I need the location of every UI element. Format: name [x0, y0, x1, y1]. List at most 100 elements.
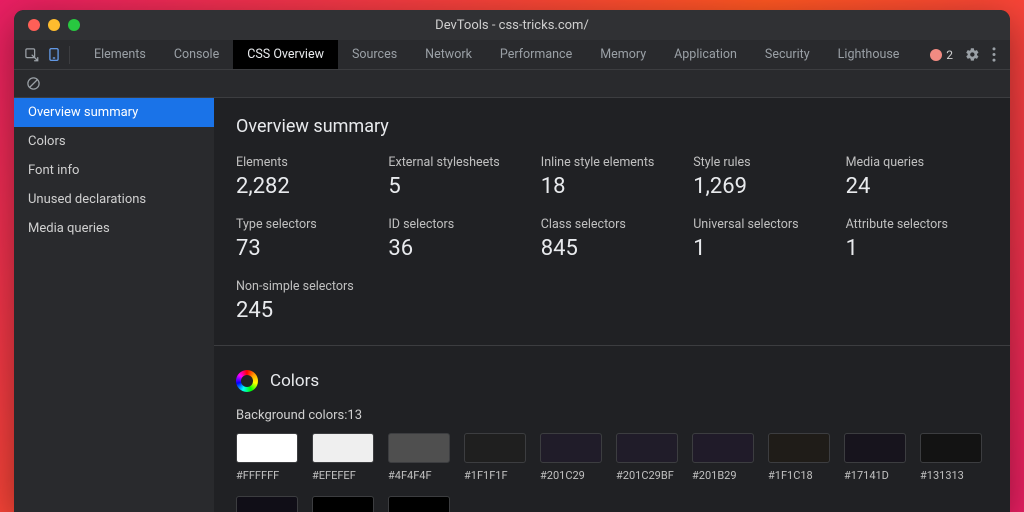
- stat-block: Non-simple selectors 245: [236, 279, 378, 323]
- stat-label: Non-simple selectors: [236, 279, 378, 294]
- stat-block: ID selectors 36: [388, 217, 530, 261]
- swatch-hex-label: #131313: [920, 469, 982, 482]
- swatch-box: [464, 433, 526, 463]
- swatch-box: [616, 433, 678, 463]
- color-swatch[interactable]: #201C29: [540, 433, 602, 482]
- stat-label: External stylesheets: [388, 155, 530, 170]
- stat-label: Media queries: [846, 155, 988, 170]
- settings-gear-icon[interactable]: [965, 47, 980, 62]
- stat-label: Style rules: [693, 155, 835, 170]
- color-swatch[interactable]: #4F4F4F: [388, 433, 450, 482]
- stat-block: Elements 2,282: [236, 155, 378, 199]
- swatch-box: [768, 433, 830, 463]
- stat-block: Universal selectors 1: [693, 217, 835, 261]
- close-window-button[interactable]: [28, 19, 40, 31]
- swatch-box: [388, 496, 450, 512]
- sidebar-item-media-queries[interactable]: Media queries: [14, 214, 214, 243]
- stat-value: 245: [236, 298, 378, 323]
- section-divider: [214, 345, 1010, 346]
- color-swatch[interactable]: #17141D: [844, 433, 906, 482]
- color-swatches: #FFFFFF #EFEFEF #4F4F4F #1F1F1F #201C29 #201C…: [236, 433, 988, 512]
- sidebar-item-font-info[interactable]: Font info: [14, 156, 214, 185]
- fullscreen-window-button[interactable]: [68, 19, 80, 31]
- tab-css-overview[interactable]: CSS Overview: [233, 40, 338, 69]
- stat-value: 1,269: [693, 174, 835, 199]
- devtools-window: DevTools - css-tricks.com/ ElementsConso…: [14, 10, 1010, 512]
- panel-toolbar: [14, 70, 1010, 98]
- stat-value: 24: [846, 174, 988, 199]
- swatch-hex-label: #4F4F4F: [388, 469, 450, 482]
- stat-block: Class selectors845: [541, 217, 683, 261]
- swatch-hex-label: #1F1C18: [768, 469, 830, 482]
- tab-security[interactable]: Security: [751, 40, 824, 69]
- device-toolbar-icon[interactable]: [47, 47, 61, 62]
- swatch-box: [388, 433, 450, 463]
- stat-block: Inline style elements 18: [541, 155, 683, 199]
- minimize-window-button[interactable]: [48, 19, 60, 31]
- color-swatch[interactable]: #EFEFEF: [312, 433, 374, 482]
- tab-application[interactable]: Application: [660, 40, 751, 69]
- error-icon: [930, 49, 942, 61]
- sidebar-item-colors[interactable]: Colors: [14, 127, 214, 156]
- stat-value: 1: [846, 236, 988, 261]
- stat-block: Style rules 1,269: [693, 155, 835, 199]
- clear-icon[interactable]: [26, 76, 41, 91]
- color-swatch[interactable]: #131313: [920, 433, 982, 482]
- colors-section-head: Colors: [236, 370, 988, 392]
- swatch-box: [692, 433, 754, 463]
- sidebar-item-unused-declarations[interactable]: Unused declarations: [14, 185, 214, 214]
- stat-block: Attribute selectors1: [846, 217, 988, 261]
- swatch-hex-label: #201C29BF: [616, 469, 678, 482]
- stat-block: Media queries 24: [846, 155, 988, 199]
- stat-label: Inline style elements: [541, 155, 683, 170]
- color-swatch[interactable]: #100E17: [236, 496, 298, 512]
- tab-elements[interactable]: Elements: [80, 40, 160, 69]
- color-wheel-icon: [236, 370, 258, 392]
- swatch-hex-label: #EFEFEF: [312, 469, 374, 482]
- stat-label: Universal selectors: [693, 217, 835, 232]
- swatch-box: [236, 433, 298, 463]
- tab-console[interactable]: Console: [160, 40, 233, 69]
- color-swatch[interactable]: #201B29: [692, 433, 754, 482]
- stat-value: 18: [541, 174, 683, 199]
- stat-value: 2,282: [236, 174, 378, 199]
- color-swatch[interactable]: #201C29BF: [616, 433, 678, 482]
- error-count: 2: [946, 48, 953, 62]
- color-swatch[interactable]: #1F1F1F: [464, 433, 526, 482]
- colors-heading: Colors: [270, 371, 319, 391]
- color-swatch[interactable]: #000000: [312, 496, 374, 512]
- swatch-box: [540, 433, 602, 463]
- stat-value: 73: [236, 236, 378, 261]
- tab-sources[interactable]: Sources: [338, 40, 411, 69]
- window-controls: [14, 19, 80, 31]
- sidebar-item-overview-summary[interactable]: Overview summary: [14, 98, 214, 127]
- swatch-box: [312, 496, 374, 512]
- inspect-element-icon[interactable]: [24, 47, 39, 62]
- tab-memory[interactable]: Memory: [586, 40, 660, 69]
- stat-block: Type selectors73: [236, 217, 378, 261]
- swatch-hex-label: #201B29: [692, 469, 754, 482]
- devtools-tabbar: ElementsConsoleCSS OverviewSourcesNetwor…: [14, 40, 1010, 70]
- color-swatch[interactable]: #000000B3: [388, 496, 450, 512]
- stat-label: ID selectors: [388, 217, 530, 232]
- swatch-box: [236, 496, 298, 512]
- tab-performance[interactable]: Performance: [486, 40, 586, 69]
- stat-block: External stylesheets5: [388, 155, 530, 199]
- stat-label: Elements: [236, 155, 378, 170]
- color-swatch[interactable]: #1F1C18: [768, 433, 830, 482]
- stat-value: 36: [388, 236, 530, 261]
- swatch-hex-label: #17141D: [844, 469, 906, 482]
- divider: [69, 46, 70, 64]
- tab-lighthouse[interactable]: Lighthouse: [824, 40, 914, 69]
- error-count-badge[interactable]: 2: [930, 48, 953, 62]
- tab-network[interactable]: Network: [411, 40, 486, 69]
- window-title: DevTools - css-tricks.com/: [14, 18, 1010, 33]
- swatch-hex-label: #FFFFFF: [236, 469, 298, 482]
- content-area: Overview summaryColorsFont infoUnused de…: [14, 98, 1010, 512]
- overview-heading: Overview summary: [236, 116, 988, 137]
- swatch-box: [312, 433, 374, 463]
- color-swatch[interactable]: #FFFFFF: [236, 433, 298, 482]
- kebab-menu-icon[interactable]: [992, 47, 996, 62]
- swatch-hex-label: #201C29: [540, 469, 602, 482]
- stat-value: 1: [693, 236, 835, 261]
